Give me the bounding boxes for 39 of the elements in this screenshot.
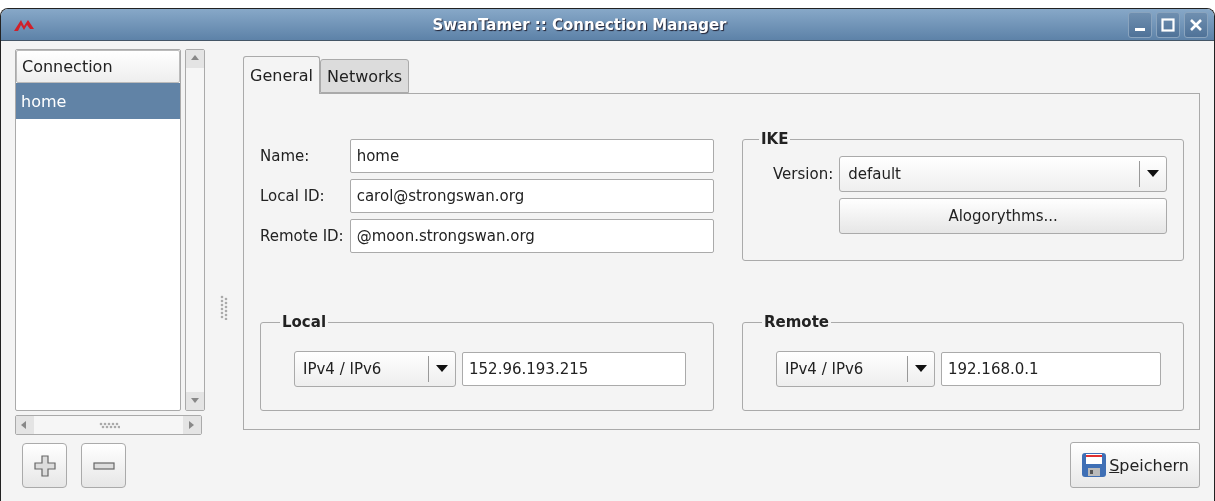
grip-icon[interactable] [219,294,229,320]
caret-icon [1147,170,1159,178]
algorithms-button[interactable]: Alogorythms... [839,198,1167,234]
column-header[interactable]: Connection [16,50,180,83]
minus-icon [92,461,115,470]
vertical-scrollbar[interactable] [185,49,205,411]
caret-icon [436,364,448,373]
text-field[interactable]: @moon.strongswan.org [349,219,714,253]
field-label: Name: [260,147,311,165]
caret-icon [914,364,927,373]
plus-icon [33,454,56,477]
minimize-button[interactable] [1128,11,1152,38]
tab[interactable]: Networks [320,59,410,93]
grip-icon[interactable] [97,421,120,429]
tab[interactable]: General [243,56,321,94]
window-title: SwanTamer :: Connection Manager [431,15,728,34]
save-button[interactable]: Speichern [1070,442,1200,488]
address-family-dropdown[interactable]: IPv4 / IPv6 [776,350,935,387]
field-label: Local ID: [260,187,326,205]
address-field[interactable]: 192.168.0.1 [940,351,1161,386]
close-icon [1189,17,1203,32]
horizontal-scrollbar[interactable] [15,415,202,435]
remove-button[interactable] [81,443,126,488]
field-label: Remote ID: [260,227,344,245]
group-title: Remote [763,313,830,331]
text-field[interactable]: carol@strongswan.org [349,179,714,213]
text-field[interactable]: home [349,139,714,173]
close-button[interactable] [1184,11,1208,38]
version-dropdown[interactable]: default [839,156,1167,192]
field-label: Version: [773,165,834,183]
connection-item[interactable]: home [16,83,180,119]
address-field[interactable]: 152.96.193.215 [462,351,686,386]
group-title: IKE [760,130,790,148]
address-family-dropdown[interactable]: IPv4 / IPv6 [294,350,456,387]
maximize-icon [1161,17,1175,32]
maximize-button[interactable] [1156,11,1180,38]
group-title: Local [281,313,328,331]
add-button[interactable] [22,443,67,488]
minimize-icon [1135,28,1145,31]
